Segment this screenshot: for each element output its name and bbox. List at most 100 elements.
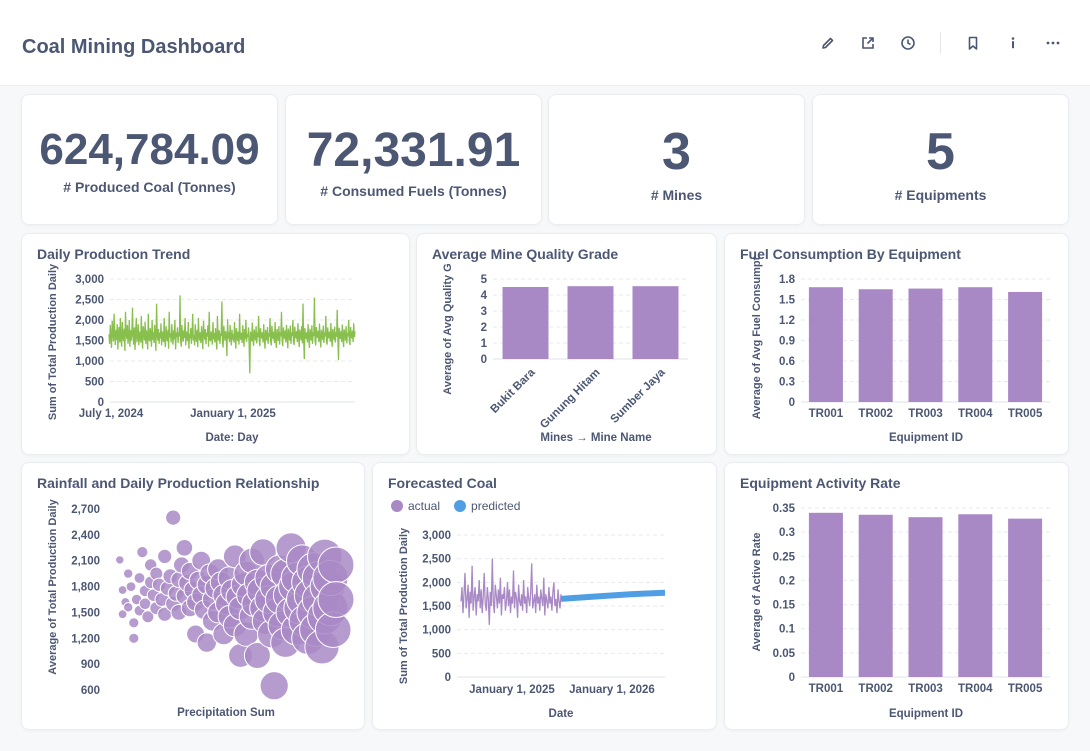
x-tick-label: January 1, 2025 — [469, 684, 555, 696]
x-tick-label: TR003 — [908, 408, 943, 420]
y-axis-title: Average of Avg Quality G — [442, 263, 454, 394]
activity-bar-0 — [808, 512, 843, 677]
rainfall-point-82 — [259, 671, 289, 701]
rainfall-point-10 — [133, 572, 146, 584]
rainfall-point-23 — [157, 548, 173, 565]
x-axis-title: Precipitation Sum — [177, 707, 275, 719]
mines-label: # Mines — [650, 187, 703, 203]
forecast-predicted-line — [560, 589, 666, 602]
y-tick-label: 2,700 — [71, 504, 100, 516]
x-tick-label: Gunung Hitam — [538, 367, 603, 432]
mines-card[interactable]: 3 # Mines — [548, 94, 805, 225]
mine-quality-card[interactable]: Average Mine Quality Grade 0 1 2 3 4 5 Bukit B… — [416, 233, 717, 455]
consumed-fuels-card[interactable]: 72,331.91 # Consumed Fuels (Tonnes) — [285, 94, 542, 225]
rainfall-point-8 — [128, 632, 140, 644]
y-tick-label: 1.2 — [779, 315, 795, 327]
activity-bar-3 — [958, 514, 993, 677]
rainfall-card[interactable]: Rainfall and Daily Production Relationsh… — [21, 462, 365, 730]
y-tick-label: 0 — [789, 397, 795, 409]
rainfall-point-115 — [317, 581, 355, 618]
x-tick-label: TR004 — [958, 683, 993, 695]
y-tick-label: 3,000 — [422, 530, 451, 542]
x-tick-label: TR002 — [858, 683, 893, 695]
daily-production-card[interactable]: Daily Production Trend 0 500 1,000 1,500 2,0… — [21, 233, 410, 455]
fuel-consumption-card[interactable]: Fuel Consumption By Equipment 0 0.3 0.6 0.9… — [724, 233, 1069, 455]
y-tick-label: 1,800 — [71, 582, 100, 594]
activity-rate-chart: 0 0.05 0.1 0.15 0.2 0.25 0.3 0.35 TR001 TR002 TR00… — [751, 503, 1050, 720]
activity-bar-1 — [858, 514, 893, 677]
y-tick-label: 0.2 — [779, 575, 795, 587]
x-tick-label: TR003 — [908, 683, 943, 695]
activity-rate-card[interactable]: Equipment Activity Rate 0 0.05 0.1 0.15 0.2 0… — [724, 462, 1069, 730]
y-axis-title: Average of Active Rate — [751, 532, 763, 651]
y-tick-label: 900 — [81, 659, 100, 671]
y-tick-label: 0.15 — [773, 600, 796, 612]
activity-bar-2 — [908, 517, 943, 677]
y-tick-label: 2,500 — [422, 554, 451, 566]
y-tick-label: 0.1 — [779, 624, 796, 636]
equipments-card[interactable]: 5 # Equipments — [812, 94, 1069, 225]
x-tick-label: TR005 — [1008, 683, 1043, 695]
fuel-consumption-chart: 0 0.3 0.6 0.9 1.2 1.5 1.8 TR001 TR002 TR003 TR004 T… — [751, 256, 1050, 444]
pencil-icon[interactable] — [818, 33, 838, 53]
x-axis-title: Date — [549, 708, 574, 720]
y-tick-label: 2,400 — [71, 530, 100, 542]
y-tick-label: 0.3 — [779, 527, 795, 539]
rainfall-point-5 — [123, 602, 134, 613]
more-icon[interactable] — [1043, 33, 1063, 53]
y-tick-label: 500 — [85, 377, 104, 389]
info-icon[interactable] — [1003, 33, 1023, 53]
bookmark-icon[interactable] — [963, 33, 983, 53]
share-icon[interactable] — [858, 33, 878, 53]
y-tick-label: 2 — [481, 322, 487, 334]
rainfall-point-34 — [175, 539, 194, 557]
x-tick-label: TR001 — [809, 408, 844, 420]
produced-coal-value: 624,784.09 — [39, 125, 260, 174]
y-tick-label: 0.3 — [779, 377, 795, 389]
y-tick-label: 0.05 — [773, 648, 796, 660]
rainfall-point-114 — [317, 546, 355, 584]
equipments-label: # Equipments — [894, 187, 987, 203]
y-tick-label: 2,000 — [422, 577, 451, 589]
activity-bar-4 — [1008, 518, 1043, 677]
produced-coal-label: # Produced Coal (Tonnes) — [63, 179, 236, 195]
x-tick-label: July 1, 2024 — [79, 408, 144, 420]
y-tick-label: 3 — [481, 306, 487, 318]
quality-bar-0 — [502, 287, 549, 359]
clock-icon[interactable] — [898, 33, 918, 53]
y-tick-label: 1,500 — [422, 601, 451, 613]
forecast-actual-line — [460, 558, 562, 625]
y-tick-label: 5 — [481, 274, 488, 286]
mine-quality-chart: 0 1 2 3 4 5 Bukit Bara Gunung Hitam Sumber Jaya A… — [442, 263, 688, 444]
fuel-bar-4 — [1008, 291, 1043, 402]
x-tick-label: TR005 — [1008, 408, 1043, 420]
forecast-card[interactable]: Forecasted Coal actual predicted 0 500 1,0… — [372, 462, 717, 730]
fuel-bar-2 — [908, 288, 943, 402]
dashboard-header: Coal Mining Dashboard — [0, 0, 1090, 86]
x-axis-title: Equipment ID — [889, 708, 963, 720]
y-tick-label: 3,000 — [75, 274, 104, 286]
x-tick-label: TR002 — [858, 408, 893, 420]
quality-bar-1 — [567, 286, 614, 359]
daily-production-chart: 05001,0001,5002,0002,5003,000Sum of Tota… — [47, 263, 356, 444]
y-tick-label: 2,500 — [75, 295, 104, 307]
daily-production-series-line — [108, 295, 356, 374]
y-axis-title: Average of Avg Fuel Consumpt — [751, 256, 763, 419]
produced-coal-card[interactable]: 624,784.09 # Produced Coal (Tonnes) — [21, 94, 278, 225]
rainfall-point-0 — [115, 555, 125, 565]
y-tick-label: 0 — [445, 672, 451, 684]
forecast-chart: 0 500 1,000 1,500 2,000 2,500 3,000 Sum of Tota… — [398, 527, 666, 720]
y-tick-label: 1 — [481, 338, 488, 350]
x-axis-title: Mines → Mine Name — [540, 432, 651, 444]
y-tick-label: 600 — [81, 685, 100, 697]
rainfall-point-12 — [136, 546, 149, 559]
fuel-bar-3 — [958, 287, 993, 402]
rainfall-point-28 — [165, 509, 182, 526]
y-tick-label: 0.35 — [773, 503, 796, 515]
y-tick-label: 500 — [432, 648, 451, 660]
fuel-bar-0 — [808, 287, 843, 402]
y-axis-title: Sum of Total Production Daily — [398, 527, 410, 684]
y-tick-label: 0.9 — [779, 336, 795, 348]
x-tick-label: Sumber Jaya — [609, 366, 669, 426]
y-tick-label: 1.8 — [779, 274, 796, 286]
